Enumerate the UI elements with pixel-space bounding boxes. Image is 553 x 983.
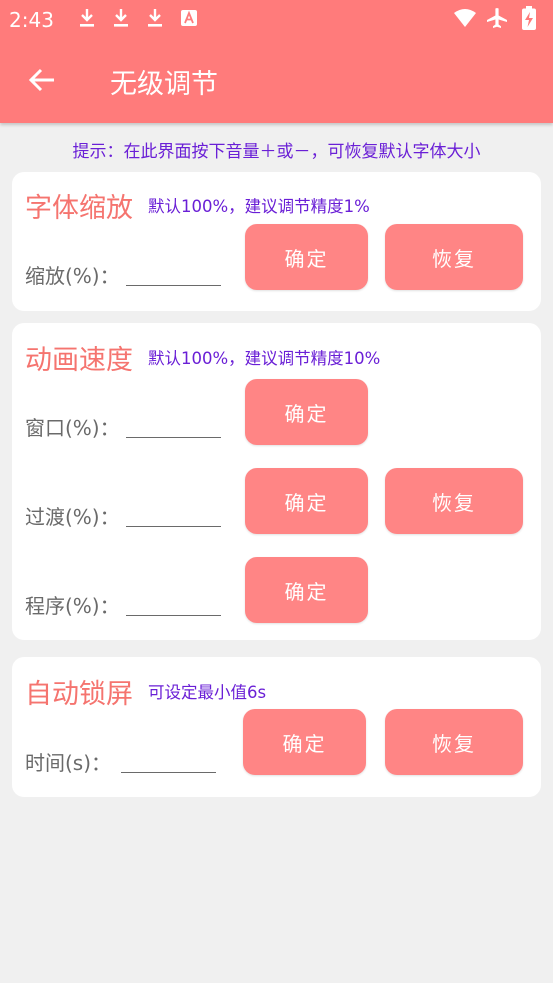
- auto-lock-confirm-button[interactable]: 确定: [243, 709, 366, 775]
- auto-lock-label: 时间(s)：: [25, 751, 112, 775]
- font-scale-confirm-button[interactable]: 确定: [245, 224, 368, 290]
- font-scale-subtitle: 默认100%，建议调节精度1%: [148, 197, 370, 216]
- app-header: 2:43 无级调节: [0, 0, 553, 123]
- transition-restore-button[interactable]: 恢复: [385, 468, 523, 534]
- animation-speed-card: 动画速度 默认100%，建议调节精度10% 窗口(%)： 确定 过渡(%)： 确…: [12, 323, 541, 640]
- hint-text: 提示：在此界面按下音量＋或－，可恢复默认字体大小: [72, 142, 481, 162]
- a-box-icon: [172, 6, 206, 30]
- status-bar: 2:43: [0, 0, 553, 38]
- system-icons: [449, 6, 545, 30]
- auto-lock-restore-button[interactable]: 恢复: [385, 709, 523, 775]
- download-icon: [104, 6, 138, 30]
- animation-speed-title: 动画速度: [25, 345, 133, 376]
- battery-charging-icon: [513, 6, 545, 30]
- airplane-icon: [481, 6, 513, 30]
- auto-lock-title: 自动锁屏: [25, 679, 133, 710]
- transition-confirm-button[interactable]: 确定: [245, 468, 368, 534]
- auto-lock-subtitle: 可设定最小值6s: [148, 683, 267, 702]
- arrow-left-icon: [28, 68, 54, 92]
- download-icon: [138, 6, 172, 30]
- font-scale-label: 缩放(%)：: [25, 264, 120, 288]
- download-icon: [70, 6, 104, 30]
- program-label: 程序(%)：: [25, 594, 120, 618]
- wifi-icon: [449, 6, 481, 30]
- window-label: 窗口(%)：: [25, 416, 120, 440]
- font-scale-input[interactable]: [126, 254, 221, 286]
- window-confirm-button[interactable]: 确定: [245, 379, 368, 445]
- transition-label: 过渡(%)：: [25, 505, 120, 529]
- status-time: 2:43: [9, 8, 54, 32]
- font-scale-title: 字体缩放: [25, 193, 133, 224]
- notification-icons: [70, 6, 206, 30]
- window-input[interactable]: [126, 406, 221, 438]
- animation-speed-subtitle: 默认100%，建议调节精度10%: [148, 349, 381, 368]
- program-confirm-button[interactable]: 确定: [245, 557, 368, 623]
- auto-lock-input[interactable]: [121, 741, 216, 773]
- transition-input[interactable]: [126, 495, 221, 527]
- font-scale-card: 字体缩放 默认100%，建议调节精度1% 缩放(%)： 确定 恢复: [12, 172, 541, 311]
- back-button[interactable]: [22, 60, 62, 100]
- program-input[interactable]: [126, 584, 221, 616]
- font-scale-restore-button[interactable]: 恢复: [385, 224, 523, 290]
- auto-lock-card: 自动锁屏 可设定最小值6s 时间(s)： 确定 恢复: [12, 657, 541, 797]
- page-title: 无级调节: [110, 69, 218, 100]
